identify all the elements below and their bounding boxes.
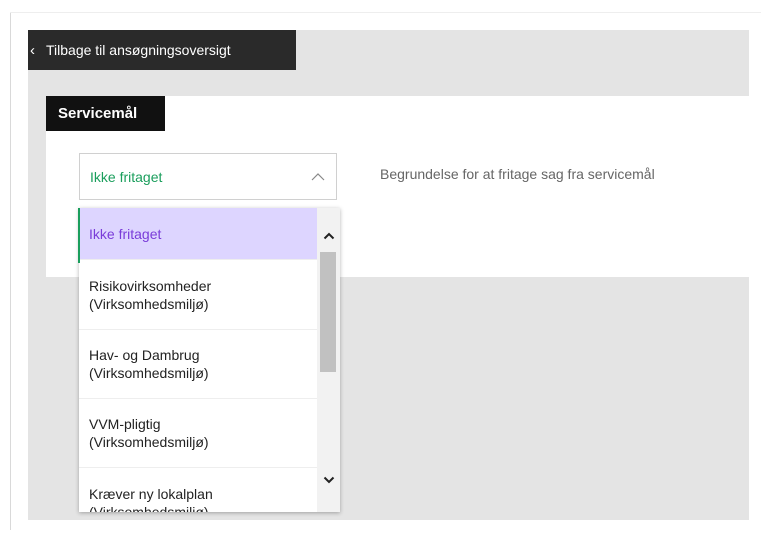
option-sublabel: (Virksomhedsmiljø): [89, 295, 209, 312]
chevron-up-icon: [311, 172, 325, 180]
exemption-dropdown-list[interactable]: Ikke fritaget Risikovirksomheder (Virkso…: [79, 208, 340, 512]
chevron-down-icon: [323, 476, 334, 484]
back-link-label: Tilbage til ansøgningsoversigt: [46, 42, 231, 58]
dropdown-scrollbar[interactable]: [317, 208, 340, 512]
option-sublabel: (Virksomhedsmiljø): [89, 365, 209, 381]
option-sublabel: (Virksomhedsmiljø): [89, 434, 209, 450]
dropdown-option-risikovirksomheder[interactable]: Risikovirksomheder (Virksomhedsmiljø): [79, 259, 317, 329]
scrollbar-thumb[interactable]: [320, 252, 336, 372]
exemption-select[interactable]: Ikke fritaget: [79, 153, 337, 200]
option-label: VVM-pligtig: [89, 416, 161, 432]
exemption-reason-label: Begrundelse for at fritage sag fra servi…: [380, 166, 655, 182]
dropdown-option-vvm-pligtig[interactable]: VVM-pligtig (Virksomhedsmiljø): [79, 398, 317, 467]
page-frame-border: [10, 12, 11, 530]
option-label: Hav- og Dambrug: [89, 347, 200, 363]
chevron-left-icon: ‹: [30, 41, 35, 59]
page-top-border: [10, 12, 761, 13]
option-label: Kræver ny lokalplan: [89, 486, 213, 502]
exemption-select-value: Ikke fritaget: [90, 168, 163, 185]
option-label: Risikovirksomheder: [89, 277, 212, 294]
chevron-up-icon: [323, 232, 334, 240]
option-sublabel: (Virksomhedsmiljø): [89, 504, 209, 512]
section-title: Servicemål: [46, 96, 165, 131]
selected-option-indicator: [78, 208, 80, 263]
scroll-up-button[interactable]: [317, 226, 340, 246]
scroll-down-button[interactable]: [317, 470, 340, 490]
option-label: Ikke fritaget: [89, 225, 162, 242]
dropdown-option-ikke-fritaget[interactable]: Ikke fritaget: [79, 208, 317, 259]
dropdown-option-hav-og-dambrug[interactable]: Hav- og Dambrug (Virksomhedsmiljø): [79, 329, 317, 398]
dropdown-option-kraever-ny-lokalplan[interactable]: Kræver ny lokalplan (Virksomhedsmiljø): [79, 467, 317, 512]
back-to-applications-link[interactable]: ‹ Tilbage til ansøgningsoversigt: [28, 30, 296, 70]
